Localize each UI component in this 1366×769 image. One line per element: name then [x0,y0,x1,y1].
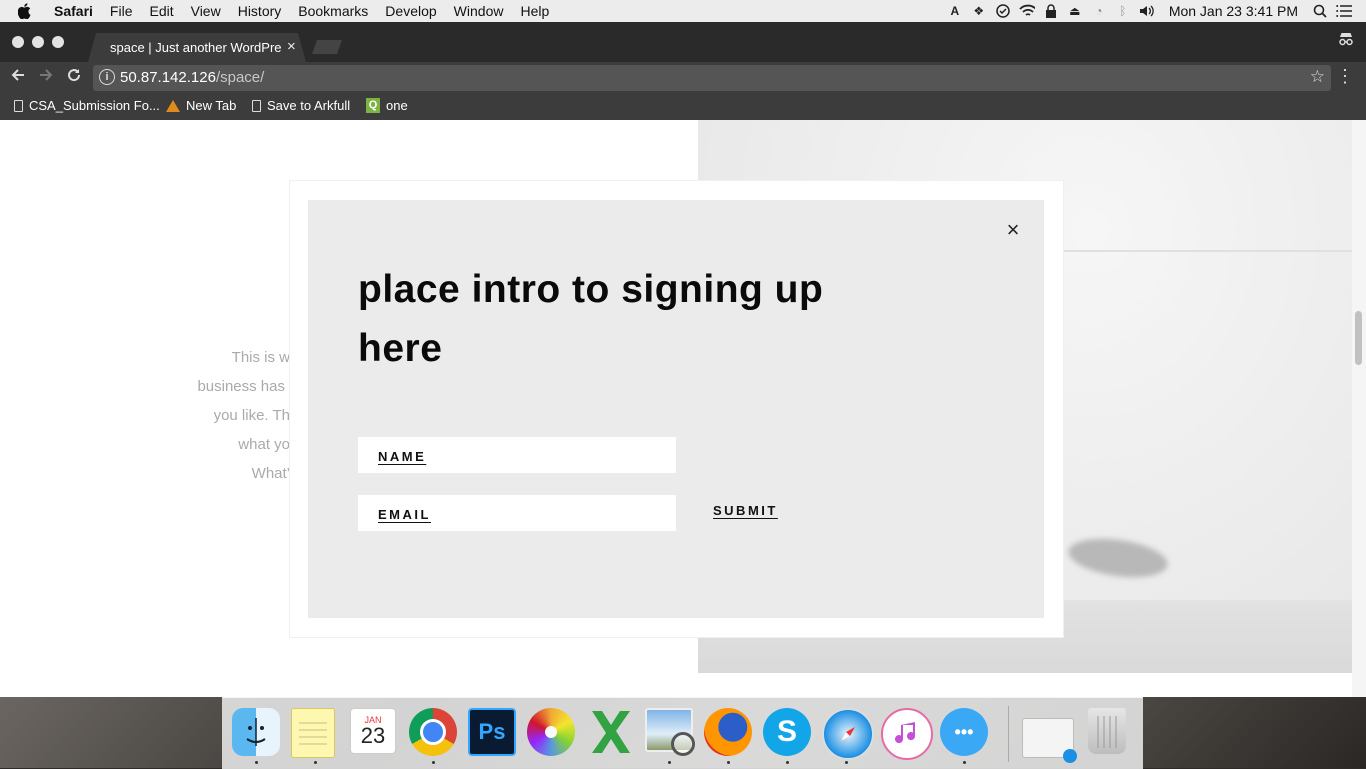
hero-horizon [1058,250,1352,252]
email-field[interactable] [358,495,676,531]
document-icon [14,99,23,112]
bookmark-favicon-icon [166,99,180,112]
bookmark-new-tab[interactable]: New Tab [166,98,236,113]
name-field[interactable] [358,437,676,473]
bookmark-csa-submission[interactable]: CSA_Submission Fo... [14,98,160,113]
chrome-icon[interactable] [409,708,457,756]
forward-icon[interactable] [36,67,56,88]
time-machine-icon[interactable]: ◔ [1091,3,1107,19]
intro-text-line: you like. Th [213,407,290,424]
tab-close-icon[interactable]: × [287,38,296,55]
photos-icon[interactable] [527,708,575,756]
bookmarks-bar: CSA_Submission Fo... New Tab Save to Ark… [0,94,1366,120]
new-tab-button[interactable] [312,40,342,54]
window-close-button[interactable] [12,36,24,48]
running-indicator [668,761,671,764]
menubar-clock[interactable]: Mon Jan 23 3:41 PM [1169,3,1298,19]
address-bar[interactable]: i 50.87.142.126/space/ ☆ [93,65,1331,91]
intro-text-line: This is w [231,349,290,366]
menu-safari[interactable]: Safari [54,3,93,19]
menu-window[interactable]: Window [454,3,504,19]
hero-shadow [1065,533,1171,583]
back-icon[interactable] [8,67,28,88]
wifi-icon[interactable] [1019,3,1035,19]
page-scrollbar-thumb[interactable] [1355,311,1362,365]
preview-icon[interactable] [645,708,695,756]
reload-icon[interactable] [64,67,84,88]
window-zoom-button[interactable] [52,36,64,48]
bookmark-label: New Tab [186,98,237,113]
eject-icon[interactable]: ⏏ [1067,3,1083,19]
running-indicator [314,761,317,764]
bookmark-label: Save to Arkfull [267,98,351,113]
url-path: /space/ [215,69,265,86]
running-indicator [727,761,730,764]
notification-list-icon[interactable] [1336,3,1352,19]
itunes-icon[interactable] [881,708,933,760]
modal-close-icon[interactable]: × [1003,218,1023,242]
url-text: 50.87.142.126/space/ [120,69,264,86]
bookmark-label: CSA_Submission Fo... [29,98,160,113]
finder-icon[interactable] [232,708,280,756]
excel-icon[interactable] [586,708,634,756]
intro-text-line: business has [197,378,285,395]
browser-toolbar: i 50.87.142.126/space/ ☆ ⋮ [0,62,1366,94]
window-minimize-button[interactable] [32,36,44,48]
task-icon[interactable] [995,3,1011,19]
running-indicator [255,761,258,764]
bookmark-label: one [386,98,408,113]
intro-text-line: What’ [251,465,290,482]
messages-icon[interactable]: ••• [940,708,988,756]
modal-heading: place intro to signing up here [358,268,824,370]
signup-modal: × place intro to signing up here NAME EM… [308,200,1044,618]
bookmark-one[interactable]: Q one [366,98,408,113]
site-info-icon[interactable]: i [99,69,115,85]
running-indicator [432,761,435,764]
skype-icon[interactable]: S [763,708,811,756]
menu-history[interactable]: History [238,3,282,19]
spotlight-icon[interactable] [1312,3,1328,19]
menu-edit[interactable]: Edit [149,3,173,19]
safari-icon[interactable] [822,708,874,760]
menu-help[interactable]: Help [520,3,549,19]
tab-title: space | Just another WordPress [110,40,282,55]
lock-icon[interactable] [1043,3,1059,19]
dock-separator [1008,706,1009,762]
dock: JAN 23 Ps S ••• [222,697,1143,769]
bookmark-star-icon[interactable]: ☆ [1310,67,1325,87]
browser-menu-icon[interactable]: ⋮ [1336,66,1354,87]
photoshop-icon[interactable]: Ps [468,708,516,756]
intro-text-line: what yo [238,436,290,453]
bookmark-save-to-arkfull[interactable]: Save to Arkfull [252,98,350,113]
calendar-day: 23 [360,723,386,748]
running-indicator [845,761,848,764]
browser-tab[interactable]: space | Just another WordPress × [88,33,306,62]
downloads-icon[interactable] [1022,718,1077,763]
document-icon [252,99,261,112]
firefox-icon[interactable] [704,708,752,756]
submit-button[interactable]: SUBMIT [713,503,778,518]
apple-icon[interactable] [18,3,36,19]
trash-icon[interactable] [1088,708,1126,754]
menu-bookmarks[interactable]: Bookmarks [298,3,368,19]
menu-file[interactable]: File [110,3,133,19]
incognito-icon [1338,32,1354,51]
url-host: 50.87.142.126 [120,69,216,86]
page-scrollbar[interactable] [1352,120,1366,697]
notes-icon[interactable] [291,708,335,758]
adobe-icon[interactable]: A [947,3,963,19]
menu-view[interactable]: View [191,3,221,19]
bluetooth-icon[interactable]: ᛒ [1115,3,1131,19]
photoshop-label: Ps [478,719,506,744]
q-favicon-icon: Q [366,98,380,113]
running-indicator [963,761,966,764]
menu-bar: Safari File Edit View History Bookmarks … [0,0,1366,23]
volume-icon[interactable] [1139,3,1155,19]
dropbox-icon[interactable]: ❖ [971,3,987,19]
calendar-icon[interactable]: JAN 23 [350,708,396,754]
running-indicator [786,761,789,764]
menu-develop[interactable]: Develop [385,3,436,19]
